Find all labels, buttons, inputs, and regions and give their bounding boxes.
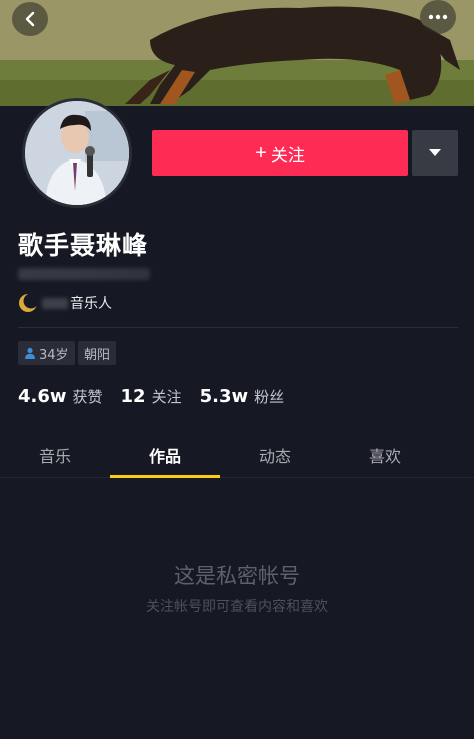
age-tag: 34岁: [18, 341, 75, 365]
followers-count[interactable]: 5.3w: [200, 386, 249, 407]
tab-works[interactable]: 作品: [110, 432, 220, 478]
location-tag-label: 朝阳: [84, 347, 111, 363]
likes-count: 4.6w: [18, 386, 67, 407]
back-button[interactable]: [12, 2, 48, 36]
tab-activity[interactable]: 动态: [220, 432, 330, 477]
following-label[interactable]: 关注: [152, 386, 182, 407]
more-dots-icon: [428, 14, 448, 20]
tab-likes[interactable]: 喜欢: [330, 432, 440, 477]
banner-photo: [0, 0, 474, 106]
caret-down-icon: [429, 149, 441, 156]
tab-music[interactable]: 音乐: [0, 432, 110, 477]
blurred-certification-prefix: [42, 297, 68, 309]
profile-tabs: 音乐 作品 动态 喜欢: [0, 432, 474, 478]
blurred-account-id: [18, 268, 150, 280]
profile-name: 歌手聂琳峰: [18, 231, 149, 260]
stats-row: 4.6w 获赞 12 关注 5.3w 粉丝: [18, 386, 302, 410]
follow-label: 关注: [270, 145, 305, 165]
plus-icon: +: [255, 142, 267, 164]
private-account-title: 这是私密帐号: [174, 564, 300, 588]
chevron-left-icon: [25, 11, 35, 27]
likes-label: 获赞: [72, 388, 103, 406]
avatar-photo: [25, 101, 129, 205]
recommend-dropdown-button[interactable]: [412, 130, 458, 176]
followers-label[interactable]: 粉丝: [254, 386, 284, 407]
more-button[interactable]: [420, 0, 456, 34]
certification-label: 音乐人: [70, 296, 112, 312]
age-tag-label: 34岁: [39, 347, 69, 363]
person-icon: [25, 347, 35, 359]
divider: [18, 327, 458, 328]
following-count[interactable]: 12: [121, 386, 146, 407]
private-account-subtitle: 关注帐号即可查看内容和喜欢: [146, 599, 328, 615]
follow-button[interactable]: + 关注: [152, 130, 408, 176]
avatar[interactable]: [22, 98, 132, 208]
profile-banner: [0, 0, 474, 106]
crescent-badge-icon: [19, 293, 38, 312]
location-tag: 朝阳: [78, 341, 117, 365]
certification-row: 音乐人: [18, 292, 112, 314]
